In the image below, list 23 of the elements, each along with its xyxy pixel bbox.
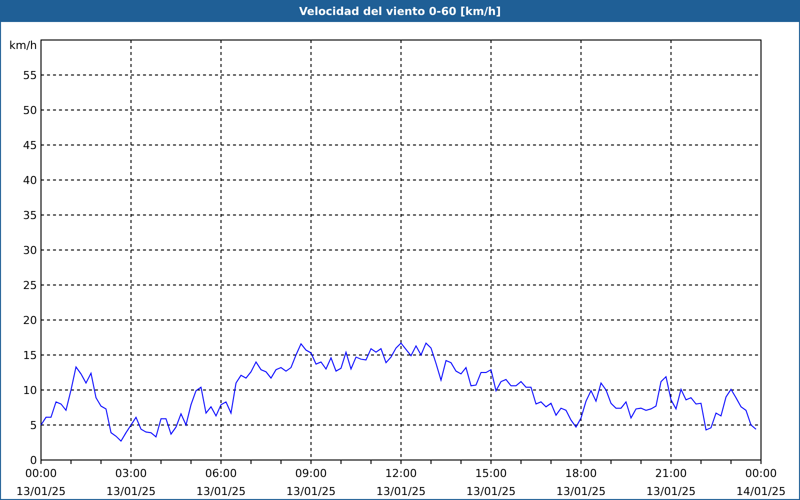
y-tick-label: 50 bbox=[23, 104, 37, 117]
y-tick-label: 15 bbox=[23, 349, 37, 362]
y-tick-label: 20 bbox=[23, 314, 37, 327]
x-tick-label: 03:00 13/01/25 bbox=[106, 467, 156, 498]
x-tick-label: 06:00 13/01/25 bbox=[196, 467, 246, 498]
x-tick-label: 12:00 13/01/25 bbox=[376, 467, 426, 498]
y-tick-label: 0 bbox=[30, 454, 37, 467]
y-tick-label: 25 bbox=[23, 279, 37, 292]
chart-title: Velocidad del viento 0-60 [km/h] bbox=[299, 4, 501, 18]
y-tick-label: 5 bbox=[30, 419, 37, 432]
y-tick-label: 45 bbox=[23, 139, 37, 152]
x-tick-label: 18:00 13/01/25 bbox=[556, 467, 606, 498]
x-tick-label: 09:00 13/01/25 bbox=[286, 467, 336, 498]
y-axis-label: km/h bbox=[9, 39, 37, 52]
y-tick-label: 10 bbox=[23, 384, 37, 397]
y-tick-label: 35 bbox=[23, 209, 37, 222]
y-tick-label: 55 bbox=[23, 69, 37, 82]
y-tick-label: 30 bbox=[23, 244, 37, 257]
x-tick-label: 00:00 13/01/25 bbox=[16, 467, 66, 498]
x-tick-label: 15:00 13/01/25 bbox=[466, 467, 516, 498]
y-tick-label: 40 bbox=[23, 174, 37, 187]
x-tick-label: 00:00 14/01/25 bbox=[736, 467, 786, 498]
x-tick-label: 21:00 13/01/25 bbox=[646, 467, 696, 498]
